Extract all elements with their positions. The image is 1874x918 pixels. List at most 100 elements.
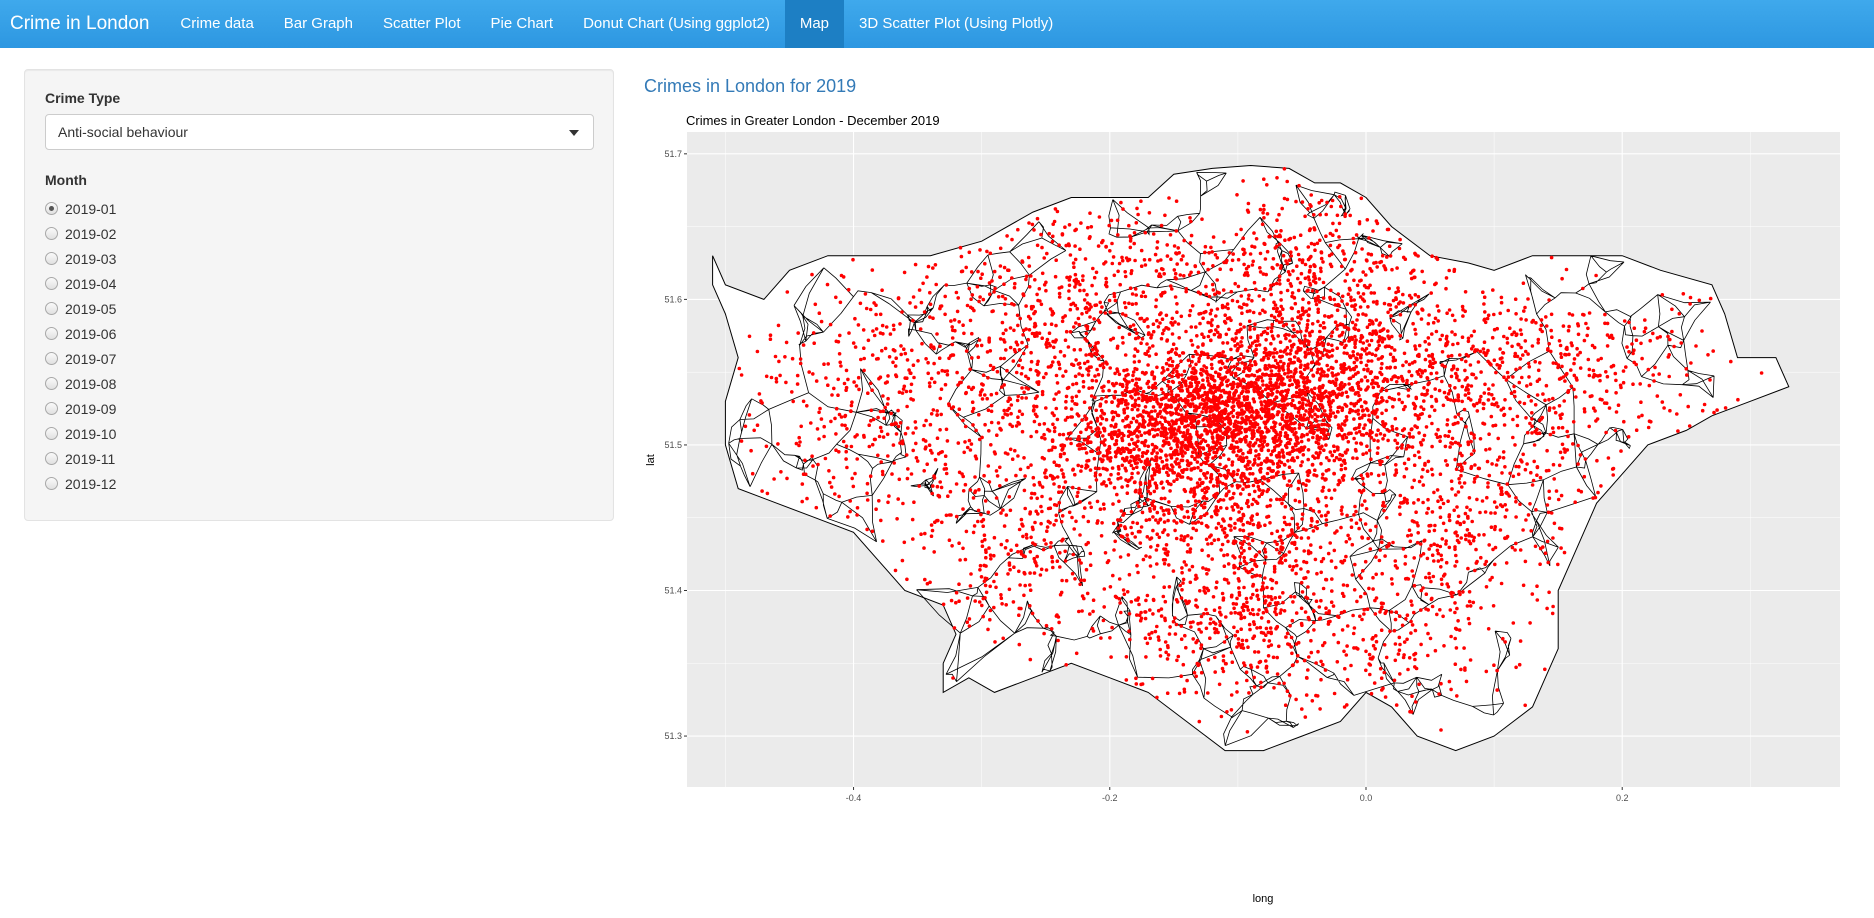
radio-button[interactable] [45,377,58,390]
crime-point [1562,447,1566,451]
radio-button[interactable] [45,202,58,215]
month-option[interactable]: 2019-06 [45,321,593,346]
crime-point [1247,532,1252,537]
crime-point [1141,415,1145,419]
crime-point [1150,501,1154,505]
crime-point [867,423,871,428]
crime-point [1303,576,1308,580]
month-option[interactable]: 2019-03 [45,246,593,271]
crime-point [880,469,885,474]
crime-point [1370,410,1374,415]
crime-point [1365,379,1370,383]
crime-point [1061,446,1065,451]
crime-point [986,376,990,380]
crime-point [1180,373,1184,377]
month-option[interactable]: 2019-11 [45,446,593,471]
crime-point [1223,375,1228,379]
month-option[interactable]: 2019-02 [45,221,593,246]
radio-button[interactable] [45,352,58,365]
crime-point [1413,424,1417,428]
crime-point [1172,438,1176,443]
crime-point [1054,406,1059,411]
crime-point [1200,332,1204,336]
crime-point [1325,354,1330,359]
crime-point [1164,508,1169,512]
month-option[interactable]: 2019-12 [45,471,593,496]
crime-point [1122,592,1127,596]
month-option[interactable]: 2019-08 [45,371,593,396]
crime-point [1110,436,1114,441]
month-option[interactable]: 2019-10 [45,421,593,446]
crime-point [1292,372,1297,376]
crime-point [1137,359,1141,364]
crime-point [1319,372,1323,376]
crime-point [1353,323,1358,327]
crime-point [1481,347,1486,351]
crime-point [1151,448,1156,452]
crime-point [816,462,820,467]
crime-point [1350,573,1355,577]
month-option[interactable]: 2019-04 [45,271,593,296]
crime-point [1329,365,1334,370]
radio-button[interactable] [45,327,58,340]
crime-point [1313,417,1317,422]
radio-button[interactable] [45,452,58,465]
month-option[interactable]: 2019-09 [45,396,593,421]
tab-bar-graph[interactable]: Bar Graph [269,0,368,48]
crime-point [1222,553,1226,558]
crime-point [1353,504,1357,509]
crime-point [1247,492,1252,497]
tab-pie-chart[interactable]: Pie Chart [476,0,569,48]
radio-button[interactable] [45,302,58,315]
crime-point [1132,441,1136,446]
crime-point [1062,354,1067,358]
crime-point [1240,479,1244,483]
crime-type-select[interactable]: Anti-social behaviour [45,114,594,150]
crime-point [1121,449,1126,454]
month-option[interactable]: 2019-01 [45,196,593,221]
crime-point [1256,375,1260,380]
crime-point [1224,416,1229,420]
crime-point [1598,397,1603,402]
crime-point [1349,298,1353,303]
crime-point [1002,340,1007,344]
crime-point [1540,415,1545,420]
crime-point [1311,529,1316,533]
crime-point [1423,393,1428,397]
crime-point [1191,649,1196,654]
radio-button[interactable] [45,227,58,240]
crime-point [1281,307,1285,311]
crime-point [1339,366,1343,371]
crime-point [1499,295,1504,300]
app-brand[interactable]: Crime in London [0,0,165,48]
month-option[interactable]: 2019-07 [45,346,593,371]
crime-point [1317,445,1321,450]
tab-3d-scatter-plot[interactable]: 3D Scatter Plot (Using Plotly) [844,0,1068,48]
crime-point [1264,401,1269,406]
crime-point [1161,366,1165,370]
crime-point [1113,298,1118,303]
crime-point [970,400,975,405]
crime-point [998,337,1003,341]
radio-button[interactable] [45,402,58,415]
radio-button[interactable] [45,477,58,490]
crime-point [1229,446,1233,451]
crime-point [1340,299,1344,303]
month-option[interactable]: 2019-05 [45,296,593,321]
tab-map[interactable]: Map [784,0,845,48]
radio-button[interactable] [45,277,58,290]
crime-point [862,346,866,350]
crime-point [1216,521,1221,526]
crime-point [1199,433,1204,437]
crime-point [1304,353,1308,357]
tab-donut-chart[interactable]: Donut Chart (Using ggplot2) [568,0,785,48]
radio-button[interactable] [45,252,58,265]
crime-point [1121,393,1125,397]
radio-button[interactable] [45,427,58,440]
tab-scatter-plot[interactable]: Scatter Plot [368,0,476,48]
tab-crime-data[interactable]: Crime data [165,0,268,48]
crime-point [1052,523,1056,527]
crime-point [1353,334,1357,339]
crime-point [1392,374,1397,378]
crime-point [1261,481,1265,486]
